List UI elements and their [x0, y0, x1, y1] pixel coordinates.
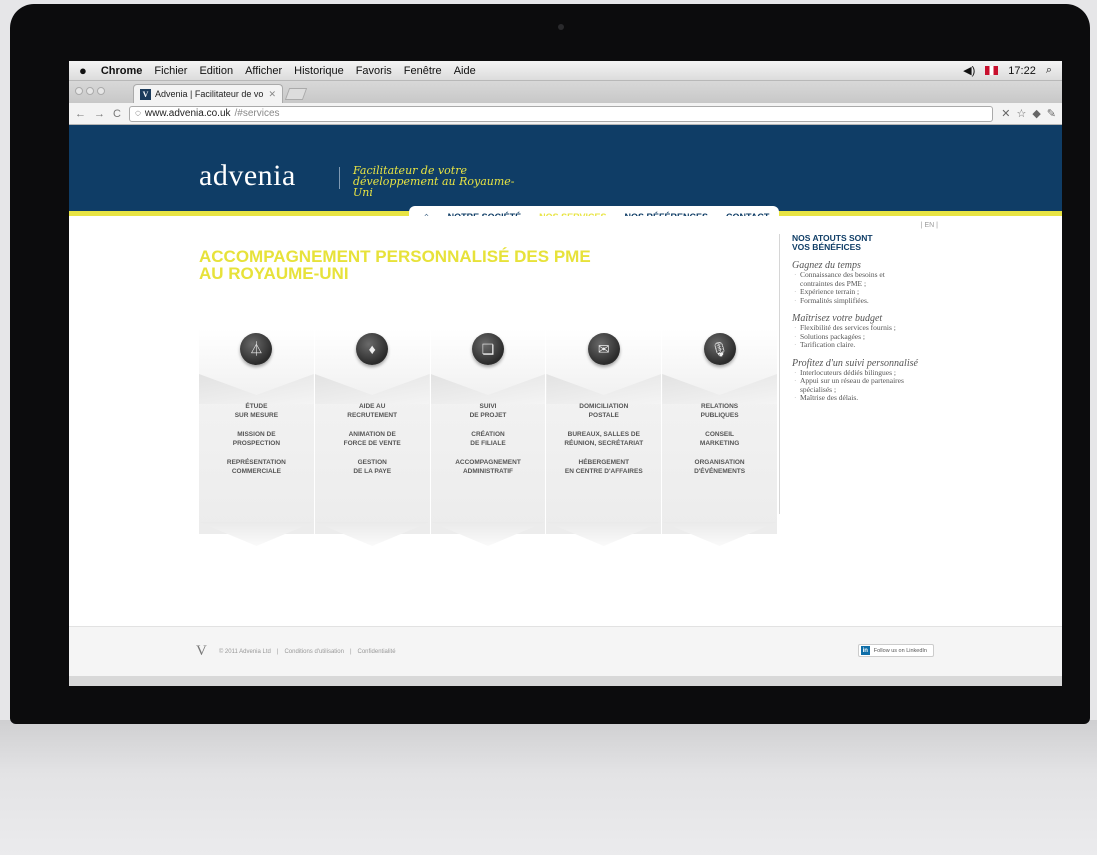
- mac-menubar: ● Chrome Fichier Edition Afficher Histor…: [69, 61, 1062, 81]
- extension-green-icon[interactable]: ◆: [1032, 107, 1040, 120]
- benefit-group-title: Profitez d'un suivi personnalisé: [792, 357, 918, 369]
- service-item[interactable]: SUIVI DE PROJET: [431, 402, 546, 420]
- site-logo[interactable]: advenia: [199, 159, 296, 193]
- benefit-item: Appui sur un réseau de partenaires spéci…: [792, 376, 919, 394]
- service-item[interactable]: GESTION DE LA PAYE: [315, 458, 430, 476]
- favicon-icon: V: [140, 88, 151, 100]
- service-item[interactable]: RELATIONS PUBLIQUES: [662, 402, 777, 420]
- service-item[interactable]: ÉTUDE SUR MESURE: [199, 402, 314, 420]
- service-item[interactable]: REPRÉSENTATION COMMERCIALE: [199, 458, 314, 476]
- service-column-projet: ❏ SUIVI DE PROJET CRÉATION DE FILIALE ACCO…: [430, 329, 547, 534]
- benefit-group: Maîtrisez votre budget Flexibilité des s…: [792, 313, 919, 350]
- service-item[interactable]: ACCOMPAGNEMENT ADMINISTRATIF: [431, 458, 546, 476]
- language-switch[interactable]: | EN |: [921, 222, 938, 229]
- sidebar-title: NOS ATOUTS SONT VOS BÉNÉFICES: [792, 233, 873, 252]
- footer-separator: |: [276, 648, 279, 655]
- service-column-domiciliation: ✉ DOMICILIATION POSTALE BUREAUX, SALLES D…: [546, 329, 663, 534]
- footer-copyright: © 2011 Advenia Ltd: [218, 648, 271, 655]
- volume-icon[interactable]: ◀): [963, 64, 975, 77]
- benefit-group: Profitez d'un suivi personnalisé Interlo…: [792, 358, 919, 403]
- service-item[interactable]: MISSION DE PROSPECTION: [199, 430, 314, 448]
- monitor-stand: [0, 720, 1097, 855]
- minimize-window-icon[interactable]: [86, 87, 94, 95]
- url-host: www.advenia.co.uk: [144, 108, 231, 119]
- zoom-window-icon[interactable]: [97, 87, 105, 95]
- tab-title: Advenia | Facilitateur de vo: [155, 89, 264, 99]
- browser-tabstrip: V Advenia | Facilitateur de vo ✕: [69, 81, 1062, 103]
- benefit-group: Gagnez du temps Connaissance des besoins…: [792, 260, 919, 305]
- linkedin-follow-button[interactable]: in Follow us on LinkedIn: [857, 644, 934, 657]
- headline-line-1: ACCOMPAGNEMENT PERSONNALISÉ DES PME: [199, 247, 591, 266]
- service-column-recrutement: ♦ AIDE AU RECRUTEMENT ANIMATION DE FORCE D…: [314, 329, 431, 534]
- service-item[interactable]: CONSEIL MARKETING: [662, 430, 777, 448]
- menu-app-name[interactable]: Chrome: [101, 65, 143, 77]
- page-headline: ACCOMPAGNEMENT PERSONNALISÉ DES PME AU R…: [199, 248, 669, 282]
- menubar-clock[interactable]: 17:22: [1008, 65, 1036, 77]
- service-column-etude: ⏃ ÉTUDE SUR MESURE MISSION DE PROSPECTION …: [199, 329, 315, 534]
- bookmark-star-icon[interactable]: ☆: [1016, 107, 1026, 120]
- service-item[interactable]: AIDE AU RECRUTEMENT: [315, 402, 430, 420]
- benefit-item: Formalités simplifiées.: [792, 296, 919, 306]
- site-tagline: Facilitateur de votre développement au R…: [353, 164, 515, 199]
- footer-link-confidentialite[interactable]: Confidentialité: [358, 649, 396, 655]
- menu-edition[interactable]: Edition: [199, 65, 233, 77]
- extension-icon[interactable]: ✕: [1001, 107, 1010, 120]
- browser-bottom-edge: [69, 676, 1062, 686]
- benefit-item: Tarification claire.: [792, 340, 919, 350]
- screen: ● Chrome Fichier Edition Afficher Histor…: [69, 61, 1062, 686]
- menu-favoris[interactable]: Favoris: [356, 65, 392, 77]
- menu-afficher[interactable]: Afficher: [245, 65, 282, 77]
- menu-fenetre[interactable]: Fenêtre: [404, 65, 442, 77]
- footer-link-conditions[interactable]: Conditions d'utilisation: [284, 649, 344, 655]
- imac-monitor: ● Chrome Fichier Edition Afficher Histor…: [10, 4, 1090, 724]
- address-bar[interactable]: ◌ www.advenia.co.uk/#services: [128, 105, 994, 122]
- logo-divider: [339, 167, 340, 189]
- linkedin-icon: in: [860, 646, 870, 655]
- microphone-icon: 🎙: [703, 333, 736, 365]
- envelope-icon: ✉: [587, 333, 620, 365]
- service-item[interactable]: CRÉATION DE FILIALE: [431, 430, 546, 448]
- service-item[interactable]: ANIMATION DE FORCE DE VENTE: [315, 430, 430, 448]
- headline-line-2: AU ROYAUME-UNI: [199, 264, 349, 283]
- new-tab-button[interactable]: [284, 88, 308, 100]
- main-content: | EN | ACCOMPAGNEMENT PERSONNALISÉ DES P…: [69, 216, 1062, 596]
- suit-tie-icon: ♦: [356, 333, 389, 365]
- benefit-item: Maîtrise des délais.: [792, 393, 919, 403]
- linkedin-label: Follow us on LinkedIn: [873, 647, 927, 654]
- service-item[interactable]: BUREAUX, SALLES DE RÉUNION, SECRÉTARIAT: [546, 430, 661, 448]
- service-item[interactable]: DOMICILIATION POSTALE: [546, 402, 661, 420]
- service-item[interactable]: ORGANISATION D'ÉVÉNEMENTS: [662, 458, 777, 476]
- wrench-icon[interactable]: ✎: [1047, 107, 1056, 120]
- footer-separator: |: [349, 648, 352, 655]
- surveyor-tripod-icon: ⏃: [240, 333, 273, 365]
- page-icon: ◌: [134, 108, 141, 119]
- url-path: /#services: [234, 108, 280, 119]
- benefits-sidebar: NOS ATOUTS SONT VOS BÉNÉFICES Gagnez du t…: [779, 234, 919, 514]
- reload-icon[interactable]: C: [113, 108, 121, 120]
- search-icon[interactable]: ⌕: [1046, 64, 1052, 77]
- close-window-icon[interactable]: [75, 87, 83, 95]
- menu-fichier[interactable]: Fichier: [154, 65, 187, 77]
- footer-logo-mark: V: [196, 643, 207, 659]
- services-grid: ⏃ ÉTUDE SUR MESURE MISSION DE PROSPECTION …: [199, 329, 778, 534]
- service-column-relations: 🎙 RELATIONS PUBLIQUES CONSEIL MARKETING OR…: [662, 329, 778, 534]
- close-tab-icon[interactable]: ✕: [268, 89, 276, 100]
- browser-tab[interactable]: V Advenia | Facilitateur de vo ✕: [133, 84, 283, 103]
- window-controls: [75, 87, 105, 95]
- back-icon[interactable]: ←: [75, 108, 86, 120]
- uk-flag-icon[interactable]: [985, 66, 999, 75]
- apple-icon[interactable]: ●: [79, 63, 87, 78]
- menu-aide[interactable]: Aide: [454, 65, 476, 77]
- camera-icon: [558, 24, 564, 30]
- document-seal-icon: ❏: [471, 333, 504, 365]
- service-item[interactable]: HÉBERGEMENT EN CENTRE D'AFFAIRES: [546, 458, 661, 476]
- site-footer: V © 2011 Advenia Ltd | Conditions d'util…: [69, 626, 1062, 676]
- menu-historique[interactable]: Historique: [294, 65, 344, 77]
- site-header: advenia Facilitateur de votre développem…: [69, 125, 1062, 228]
- benefit-item: Connaissance des besoins et contraintes …: [792, 270, 919, 288]
- forward-icon[interactable]: →: [94, 108, 105, 120]
- browser-toolbar: ← → C ◌ www.advenia.co.uk/#services ✕ ☆ …: [69, 103, 1062, 125]
